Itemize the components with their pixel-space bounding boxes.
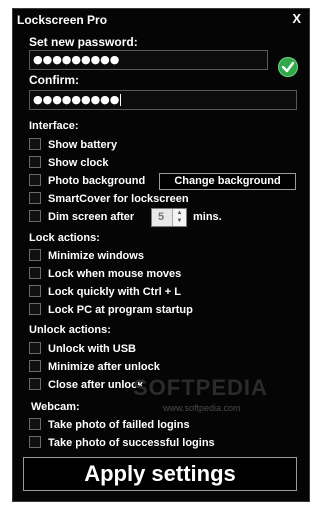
minimize-windows-label: Minimize windows bbox=[48, 250, 144, 263]
startup-lock-label: Lock PC at program startup bbox=[48, 304, 193, 317]
photo-background-checkbox[interactable] bbox=[29, 174, 41, 187]
show-battery-option[interactable]: Show battery bbox=[29, 138, 117, 154]
close-after-checkbox[interactable] bbox=[29, 378, 41, 391]
confirm-value: ●●●●●●●●● bbox=[33, 93, 120, 106]
interface-heading: Interface: bbox=[29, 120, 79, 132]
minimize-after-checkbox[interactable] bbox=[29, 360, 41, 373]
check-icon bbox=[278, 57, 298, 77]
password-input[interactable]: ●●●●●●●●● bbox=[29, 50, 268, 70]
show-battery-label: Show battery bbox=[48, 139, 118, 152]
smartcover-checkbox[interactable] bbox=[29, 192, 41, 205]
app-window: Lockscreen Pro X Set new password: ●●●●●… bbox=[12, 8, 310, 502]
usb-unlock-option[interactable]: Unlock with USB bbox=[29, 342, 136, 358]
webcam-heading: Webcam: bbox=[31, 401, 80, 413]
show-battery-checkbox[interactable] bbox=[29, 138, 41, 151]
dim-screen-label: Dim screen after bbox=[48, 211, 135, 224]
chevron-up-icon[interactable]: ▲ bbox=[173, 209, 186, 217]
stepper-arrows[interactable]: ▲ ▼ bbox=[172, 209, 186, 226]
minimize-after-label: Minimize after unlock bbox=[48, 361, 160, 374]
mouse-moves-checkbox[interactable] bbox=[29, 267, 41, 280]
dim-minutes-unit: mins. bbox=[193, 211, 222, 223]
confirm-input[interactable]: ●●●●●●●●● bbox=[29, 90, 297, 110]
close-button[interactable]: X bbox=[292, 11, 301, 26]
minimize-windows-checkbox[interactable] bbox=[29, 249, 41, 262]
text-caret bbox=[120, 94, 122, 106]
successful-logins-option[interactable]: Take photo of successful logins bbox=[29, 436, 215, 452]
chevron-down-icon[interactable]: ▼ bbox=[173, 217, 186, 225]
watermark: SOFTPEDIA bbox=[133, 375, 268, 400]
minimize-windows-option[interactable]: Minimize windows bbox=[29, 249, 144, 265]
startup-lock-option[interactable]: Lock PC at program startup bbox=[29, 303, 193, 319]
startup-lock-checkbox[interactable] bbox=[29, 303, 41, 316]
close-after-label: Close after unlock bbox=[48, 379, 144, 392]
password-value: ●●●●●●●●● bbox=[33, 53, 120, 66]
window-title: Lockscreen Pro bbox=[17, 13, 108, 27]
photo-background-label: Photo background bbox=[48, 175, 146, 188]
smartcover-label: SmartCover for lockscreen bbox=[48, 193, 189, 206]
confirm-label: Confirm: bbox=[29, 73, 79, 87]
lock-actions-heading: Lock actions: bbox=[29, 232, 100, 244]
dim-screen-option[interactable]: Dim screen after bbox=[29, 210, 134, 226]
dim-minutes-stepper[interactable]: 5 ▲ ▼ bbox=[151, 208, 187, 227]
minimize-after-option[interactable]: Minimize after unlock bbox=[29, 360, 160, 376]
mouse-moves-label: Lock when mouse moves bbox=[48, 268, 182, 281]
mouse-moves-option[interactable]: Lock when mouse moves bbox=[29, 267, 181, 283]
ctrl-l-checkbox[interactable] bbox=[29, 285, 41, 298]
successful-logins-checkbox[interactable] bbox=[29, 436, 41, 449]
password-label: Set new password: bbox=[29, 35, 138, 49]
usb-unlock-label: Unlock with USB bbox=[48, 343, 137, 356]
failed-logins-label: Take photo of failled logins bbox=[48, 419, 190, 432]
watermark-url: www.softpedia.com bbox=[163, 403, 241, 413]
show-clock-checkbox[interactable] bbox=[29, 156, 41, 169]
ctrl-l-option[interactable]: Lock quickly with Ctrl + L bbox=[29, 285, 181, 301]
change-background-button[interactable]: Change background bbox=[159, 173, 296, 190]
failed-logins-option[interactable]: Take photo of failled logins bbox=[29, 418, 190, 434]
successful-logins-label: Take photo of successful logins bbox=[48, 437, 215, 450]
failed-logins-checkbox[interactable] bbox=[29, 418, 41, 431]
usb-unlock-checkbox[interactable] bbox=[29, 342, 41, 355]
show-clock-option[interactable]: Show clock bbox=[29, 156, 109, 172]
unlock-actions-heading: Unlock actions: bbox=[29, 324, 111, 336]
photo-background-option[interactable]: Photo background bbox=[29, 174, 145, 190]
apply-settings-button[interactable]: Apply settings bbox=[23, 457, 297, 491]
smartcover-option[interactable]: SmartCover for lockscreen bbox=[29, 192, 189, 208]
show-clock-label: Show clock bbox=[48, 157, 109, 170]
dim-screen-checkbox[interactable] bbox=[29, 210, 41, 223]
close-after-option[interactable]: Close after unlock bbox=[29, 378, 143, 394]
ctrl-l-label: Lock quickly with Ctrl + L bbox=[48, 286, 181, 299]
dim-minutes-value: 5 bbox=[158, 211, 165, 223]
title-bar[interactable]: Lockscreen Pro X bbox=[13, 9, 309, 33]
